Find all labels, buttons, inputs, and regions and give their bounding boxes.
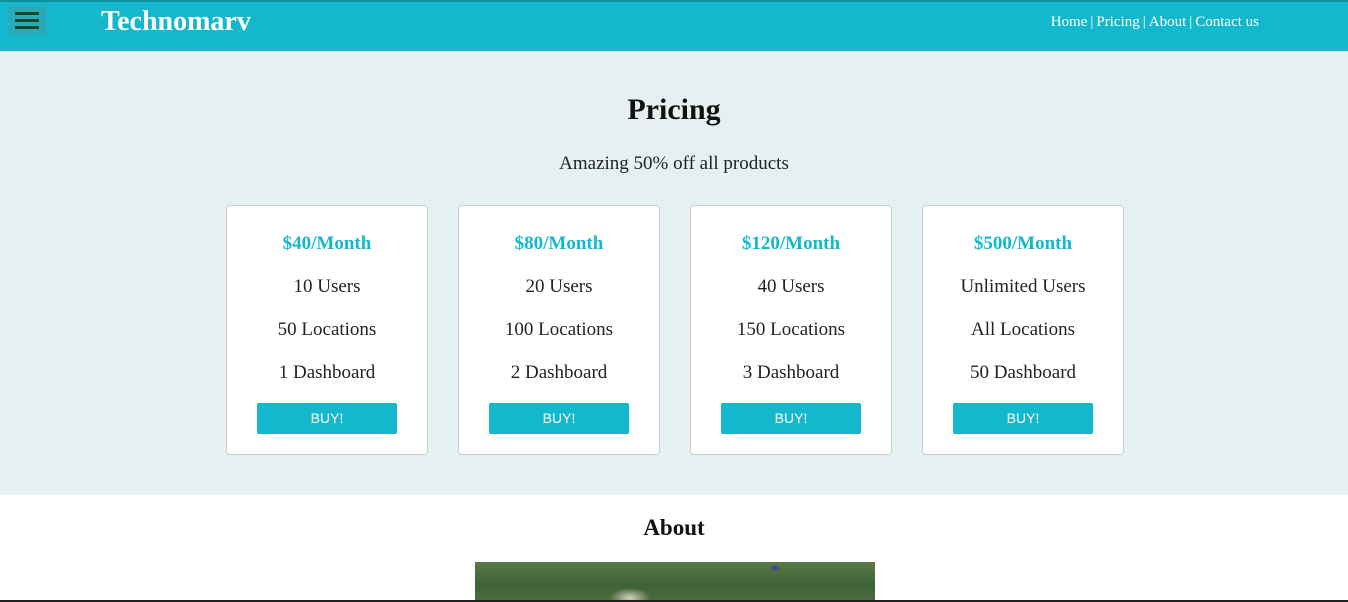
menu-bar-bottom <box>15 26 39 29</box>
plan-dashboards: 50 Dashboard <box>969 362 1077 383</box>
pricing-card: $120/Month 40 Users 150 Locations 3 Dash… <box>690 205 892 455</box>
plan-users: 20 Users <box>525 276 593 297</box>
plan-users: Unlimited Users <box>960 276 1086 297</box>
plan-price: $120/Month <box>741 233 841 254</box>
plan-users: 10 Users <box>293 276 361 297</box>
hamburger-menu-icon[interactable] <box>8 6 46 35</box>
plan-price: $80/Month <box>514 233 604 254</box>
about-title: About <box>643 515 705 540</box>
pricing-card: $80/Month 20 Users 100 Locations 2 Dashb… <box>458 205 660 455</box>
plan-locations: All Locations <box>971 319 1075 340</box>
plan-locations: 50 Locations <box>277 319 377 340</box>
top-header: Technomarv Home | Pricing | About | Contact us <box>0 0 1348 51</box>
nav-home[interactable]: Home <box>1051 14 1088 30</box>
buy-button[interactable]: BUY! <box>953 403 1093 434</box>
nav-pricing[interactable]: Pricing <box>1096 14 1139 30</box>
buy-button[interactable]: BUY! <box>257 403 397 434</box>
plan-locations: 100 Locations <box>504 319 614 340</box>
pricing-title: Pricing <box>627 93 721 126</box>
buy-button[interactable]: BUY! <box>489 403 629 434</box>
nav-separator: | <box>1142 14 1146 30</box>
plan-dashboards: 3 Dashboard <box>742 362 840 383</box>
pricing-subtitle: Amazing 50% off all products <box>559 153 789 174</box>
buy-button[interactable]: BUY! <box>721 403 861 434</box>
plan-dashboards: 2 Dashboard <box>510 362 608 383</box>
plan-price: $40/Month <box>282 233 372 254</box>
plan-users: 40 Users <box>757 276 825 297</box>
nav-about[interactable]: About <box>1149 14 1187 30</box>
pricing-cards: $40/Month 10 Users 50 Locations 1 Dashbo… <box>226 205 1124 455</box>
plan-locations: 150 Locations <box>736 319 846 340</box>
menu-bar-top <box>15 12 39 15</box>
pricing-card: $40/Month 10 Users 50 Locations 1 Dashbo… <box>226 205 428 455</box>
plan-dashboards: 1 Dashboard <box>278 362 376 383</box>
top-nav: Home | Pricing | About | Contact us <box>1051 12 1259 32</box>
about-photo <box>475 562 875 602</box>
brand-logo[interactable]: Technomarv <box>101 5 251 39</box>
nav-separator: | <box>1189 14 1193 30</box>
pricing-card: $500/Month Unlimited Users All Locations… <box>922 205 1124 455</box>
nav-contact[interactable]: Contact us <box>1195 14 1259 30</box>
menu-bar-middle <box>15 19 39 22</box>
pricing-section: Pricing Amazing 50% off all products $40… <box>0 51 1348 495</box>
plan-price: $500/Month <box>973 233 1073 254</box>
